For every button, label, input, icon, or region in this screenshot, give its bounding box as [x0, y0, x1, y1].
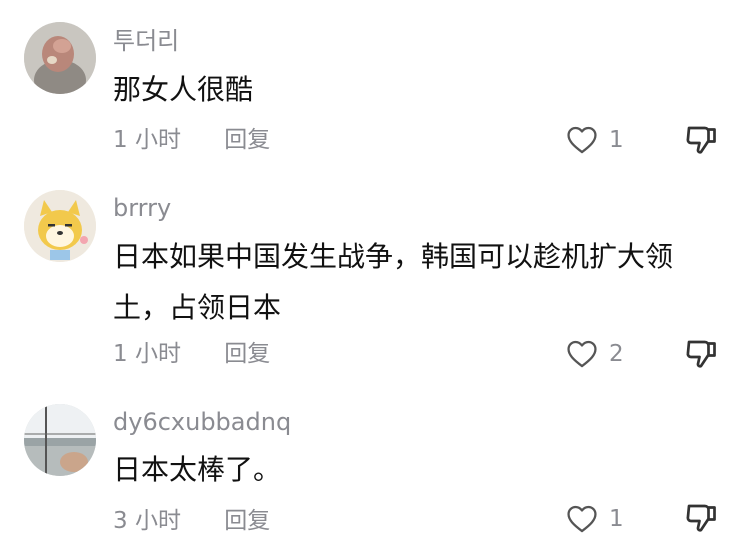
- reply-button[interactable]: 回复: [224, 506, 270, 536]
- heart-outline-icon: [567, 126, 597, 154]
- like-button[interactable]: 1: [565, 502, 624, 536]
- like-count: 1: [609, 506, 624, 532]
- heart-outline-icon: [567, 505, 597, 533]
- comment-username[interactable]: dy6cxubbadnq: [113, 407, 291, 437]
- comment-time: 1 小时: [113, 127, 181, 153]
- avatar[interactable]: [24, 404, 96, 476]
- avatar[interactable]: [24, 22, 96, 94]
- comment-time: 3 小时: [113, 508, 181, 534]
- window-view-avatar-image: [24, 404, 96, 476]
- comment-meta: 1 小时 回复: [113, 339, 270, 369]
- comment-meta: 3 小时 回复: [113, 506, 270, 536]
- like-button[interactable]: 2: [565, 337, 624, 371]
- reply-button[interactable]: 回复: [224, 125, 270, 155]
- thumbs-down-icon[interactable]: [683, 500, 719, 536]
- comment-time: 1 小时: [113, 341, 181, 367]
- heart-outline-icon: [567, 340, 597, 368]
- comment-username[interactable]: brrry: [113, 193, 171, 223]
- comment-text: 日本如果中国发生战争，韩国可以趁机扩大领土，占领日本: [113, 240, 674, 324]
- comment-username[interactable]: 투더리: [113, 26, 179, 56]
- comment-text: 日本太棒了。: [113, 453, 282, 486]
- parrot-avatar-image: [24, 22, 96, 94]
- reply-button[interactable]: 回复: [224, 339, 270, 369]
- thumbs-down-icon[interactable]: [683, 122, 719, 158]
- like-button[interactable]: 1: [565, 123, 624, 157]
- comment-text: 那女人很酷: [113, 73, 254, 106]
- shiba-avatar-image: [24, 190, 96, 262]
- thumbs-down-icon[interactable]: [683, 336, 719, 372]
- avatar[interactable]: [24, 190, 96, 262]
- like-count: 1: [609, 127, 624, 153]
- comment-meta: 1 小时 回复: [113, 125, 270, 155]
- like-count: 2: [609, 341, 624, 367]
